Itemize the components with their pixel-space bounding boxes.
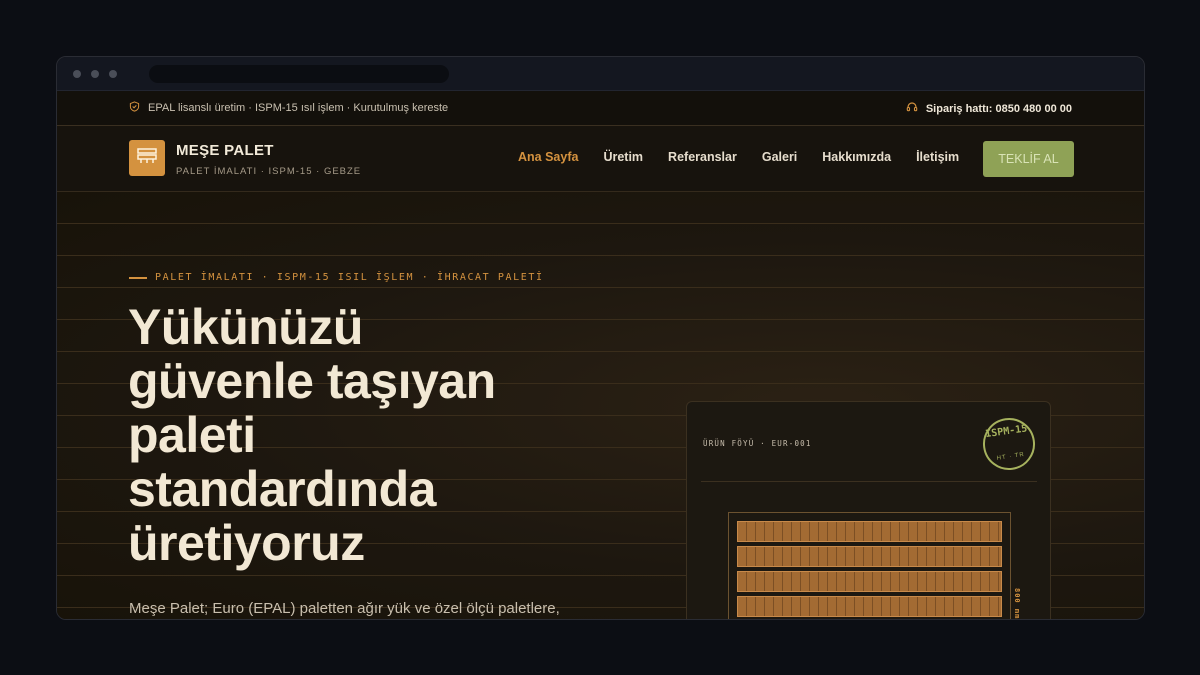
info-bar: EPAL lisanslı üretim · ISPM-15 ısıl işle… <box>57 91 1144 126</box>
stamp-subtext: HT · TR <box>996 451 1026 462</box>
ispm-stamp: ISPM-15 HT · TR <box>979 414 1039 474</box>
nav-item-galeri[interactable]: Galeri <box>762 150 797 164</box>
address-bar[interactable] <box>149 65 449 83</box>
browser-titlebar <box>57 57 1144 91</box>
hero-title-line: standardında <box>128 461 436 517</box>
shield-icon <box>129 101 140 115</box>
product-sheet-label: ÜRÜN FÖYÜ · EUR-001 <box>703 439 812 448</box>
pallet-plank <box>737 521 1002 542</box>
hero-overline-text: PALET İMALATI · ISPM-15 ISIL İŞLEM · İHR… <box>155 272 544 283</box>
site-header: MEŞE PALET PALET İMALATI · ISPM-15 · GEB… <box>57 126 1144 192</box>
hero-title-line: üretiyoruz <box>128 515 365 571</box>
hero-title-line: güvenle taşıyan <box>128 353 496 409</box>
hero-overline: PALET İMALATI · ISPM-15 ISIL İŞLEM · İHR… <box>129 272 544 283</box>
hotline-text[interactable]: Sipariş hattı: 0850 480 00 00 <box>926 103 1072 115</box>
main-nav: Ana Sayfa Üretim Referanslar Galeri Hakk… <box>518 150 984 164</box>
product-sheet-card: ÜRÜN FÖYÜ · EUR-001 ISPM-15 HT · TR 800 … <box>686 401 1051 620</box>
window-control-dot[interactable] <box>73 70 81 78</box>
stamp-text: ISPM-15 <box>984 423 1028 441</box>
nav-item-iletisim[interactable]: İletişim <box>916 150 959 164</box>
browser-window: EPAL lisanslı üretim · ISPM-15 ısıl işle… <box>56 56 1145 620</box>
logo[interactable] <box>129 140 165 176</box>
pallet-plank <box>737 596 1002 617</box>
brand-tagline: PALET İMALATI · ISPM-15 · GEBZE <box>176 166 362 177</box>
nav-item-uretim[interactable]: Üretim <box>603 150 643 164</box>
hero-description: Meşe Palet; Euro (EPAL) paletten ağır yü… <box>129 600 560 617</box>
hero-section: PALET İMALATI · ISPM-15 ISIL İŞLEM · İHR… <box>57 192 1144 620</box>
headset-icon <box>906 101 918 116</box>
nav-item-ana-sayfa[interactable]: Ana Sayfa <box>518 150 578 164</box>
overline-rule <box>129 276 147 279</box>
pallet-logo-icon <box>137 147 157 169</box>
nav-item-referanslar[interactable]: Referanslar <box>668 150 737 164</box>
hero-title-line: paleti <box>128 407 256 463</box>
nav-item-hakkimizda[interactable]: Hakkımızda <box>822 150 891 164</box>
pallet-plank <box>737 571 1002 592</box>
dimension-label: 800 mm <box>1013 588 1021 620</box>
hero-title: Yükünüzü güvenle taşıyan paleti standard… <box>128 300 648 570</box>
quote-button[interactable]: TEKLİF AL <box>983 141 1074 177</box>
pallet-plank <box>737 546 1002 567</box>
brand-name[interactable]: MEŞE PALET <box>176 142 274 159</box>
certification-text: EPAL lisanslı üretim · ISPM-15 ısıl işle… <box>148 102 449 114</box>
window-control-dot[interactable] <box>109 70 117 78</box>
window-control-dot[interactable] <box>91 70 99 78</box>
card-divider <box>701 481 1037 482</box>
order-hotline[interactable]: Sipariş hattı: 0850 480 00 00 <box>906 101 1072 116</box>
web-page: EPAL lisanslı üretim · ISPM-15 ısıl işle… <box>57 91 1144 620</box>
certification-info: EPAL lisanslı üretim · ISPM-15 ısıl işle… <box>129 101 448 115</box>
hero-title-line: Yükünüzü <box>128 299 363 355</box>
pallet-illustration <box>728 512 1011 619</box>
